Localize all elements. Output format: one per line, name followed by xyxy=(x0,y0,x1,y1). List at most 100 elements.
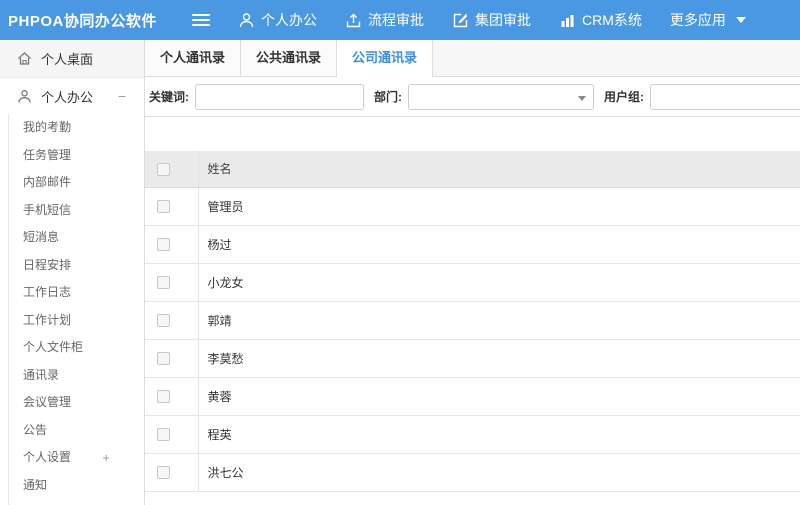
sidebar-item-label: 个人设置 xyxy=(23,450,72,464)
tab-personal-contacts[interactable]: 个人通讯录 xyxy=(145,40,242,76)
table-row: 管理员 xyxy=(145,187,800,226)
main-content: 个人通讯录 公共通讯录 公司通讯录 关键词: 部门: 用户组: 姓名 管理员 杨… xyxy=(145,40,800,505)
checkbox-cell xyxy=(145,339,199,378)
user-icon xyxy=(238,12,255,29)
checkbox-cell xyxy=(145,301,199,340)
expand-icon[interactable]: + xyxy=(102,444,110,472)
sidebar-group-label: 个人办公 xyxy=(41,89,94,105)
home-icon xyxy=(17,51,32,66)
column-header-name: 姓名 xyxy=(198,151,800,188)
select-all-cell xyxy=(145,151,199,188)
keyword-label: 关键词: xyxy=(149,90,189,104)
sidebar-item-announcements[interactable]: 公告 xyxy=(9,417,144,445)
sidebar-item-label: 任务管理 xyxy=(23,147,72,162)
nav-label: 流程审批 xyxy=(368,12,424,28)
sidebar-item-label: 会议管理 xyxy=(23,395,72,409)
sidebar-item-short-message[interactable]: 短消息 xyxy=(9,224,144,252)
row-checkbox[interactable] xyxy=(157,466,170,480)
checkbox-cell xyxy=(145,187,199,226)
top-nav: 个人办公 流程审批 集团审批 CRM系统 更多应用 xyxy=(238,10,774,30)
sidebar-item-file-cabinet[interactable]: 个人文件柜 xyxy=(9,334,144,362)
sidebar-item-personal-settings[interactable]: 个人设置 + xyxy=(9,444,144,472)
sidebar-item-sms[interactable]: 手机短信 xyxy=(9,197,144,225)
nav-label: 更多应用 xyxy=(669,12,726,28)
sidebar-item-label: 工作日志 xyxy=(23,285,72,299)
checkbox-cell xyxy=(145,377,199,416)
sidebar-group-personal-office[interactable]: 个人办公 − xyxy=(0,82,144,110)
sidebar-item-notifications[interactable]: 通知 xyxy=(9,472,144,500)
table-row: 洪七公 xyxy=(145,453,800,492)
row-checkbox[interactable] xyxy=(157,428,170,442)
sidebar-item-work-log[interactable]: 工作日志 xyxy=(9,279,144,307)
sidebar-item-label: 通讯录 xyxy=(23,367,60,382)
sidebar-item-label: 短消息 xyxy=(23,230,60,244)
sidebar-item-contacts[interactable]: 通讯录 xyxy=(9,362,144,390)
sidebar-item-label: 内部邮件 xyxy=(23,175,72,189)
nav-item-crm[interactable]: CRM系统 xyxy=(559,10,642,30)
nav-item-more-apps[interactable]: 更多应用 xyxy=(670,10,746,30)
sidebar-item-label: 公告 xyxy=(23,422,48,437)
sidebar-item-label: 个人桌面 xyxy=(41,52,94,67)
sidebar-item-schedule[interactable]: 日程安排 xyxy=(9,252,144,280)
table-row: 郭靖 xyxy=(145,301,800,340)
row-checkbox[interactable] xyxy=(157,276,170,290)
table-row: 李莫愁 xyxy=(145,339,800,378)
edit-icon xyxy=(452,12,469,29)
tab-public-contacts[interactable]: 公共通讯录 xyxy=(241,40,338,76)
nav-item-group-approval[interactable]: 集团审批 xyxy=(452,10,531,30)
name-cell: 黄蓉 xyxy=(198,377,800,416)
name-cell: 李莫愁 xyxy=(198,339,800,378)
row-checkbox[interactable] xyxy=(157,314,170,328)
sidebar-item-tasks[interactable]: 任务管理 xyxy=(9,142,144,170)
sidebar-item-label: 工作计划 xyxy=(23,312,72,327)
hamburger-menu-icon[interactable] xyxy=(192,11,210,29)
name-cell: 程英 xyxy=(198,415,800,454)
sidebar-item-label: 日程安排 xyxy=(23,257,72,272)
name-cell: 郭靖 xyxy=(198,301,800,340)
sidebar-item-internal-mail[interactable]: 内部邮件 xyxy=(9,169,144,197)
sidebar-item-work-plan[interactable]: 工作计划 xyxy=(9,307,144,335)
name-cell: 管理员 xyxy=(198,187,800,226)
contacts-table: 姓名 管理员 杨过 小龙女 郭靖 李莫愁 黄蓉 程英 洪七公 xyxy=(145,151,800,492)
table-row: 程英 xyxy=(145,415,800,454)
table-row: 小龙女 xyxy=(145,263,800,302)
sidebar-item-attendance[interactable]: 我的考勤 xyxy=(9,114,144,142)
nav-label: CRM系统 xyxy=(582,12,642,28)
sidebar-item-memorabilia[interactable]: 大事记 xyxy=(9,499,144,505)
caret-down-icon xyxy=(735,17,746,23)
name-cell: 洪七公 xyxy=(198,453,800,492)
name-cell: 杨过 xyxy=(198,225,800,264)
name-cell: 小龙女 xyxy=(198,263,800,302)
usergroup-input[interactable] xyxy=(650,83,800,110)
checkbox-cell xyxy=(145,415,199,454)
sidebar-item-label: 我的考勤 xyxy=(23,120,72,134)
sidebar-item-personal-desktop[interactable]: 个人桌面 xyxy=(0,40,144,78)
upload-icon xyxy=(345,12,362,29)
department-select[interactable] xyxy=(408,83,594,110)
department-label: 部门: xyxy=(374,90,402,104)
nav-label: 集团审批 xyxy=(475,12,531,28)
tab-company-contacts[interactable]: 公司通讯录 xyxy=(337,40,434,77)
nav-item-workflow-approval[interactable]: 流程审批 xyxy=(345,10,424,30)
nav-item-personal-office[interactable]: 个人办公 xyxy=(238,10,317,30)
select-all-checkbox[interactable] xyxy=(157,162,170,176)
caret-down-icon xyxy=(578,95,586,101)
app-title: PHPOA协同办公软件 xyxy=(8,12,157,30)
checkbox-cell xyxy=(145,453,199,492)
row-checkbox[interactable] xyxy=(157,390,170,404)
table-row: 黄蓉 xyxy=(145,377,800,416)
row-checkbox[interactable] xyxy=(157,238,170,252)
row-checkbox[interactable] xyxy=(157,200,170,214)
checkbox-cell xyxy=(145,225,199,264)
collapse-icon[interactable]: − xyxy=(118,88,126,104)
filter-panel: 关键词: 部门: 用户组: xyxy=(145,77,800,117)
table-row: 杨过 xyxy=(145,225,800,264)
table-header-row: 姓名 xyxy=(145,151,800,188)
row-checkbox[interactable] xyxy=(157,352,170,366)
sidebar-item-meetings[interactable]: 会议管理 xyxy=(9,389,144,417)
sidebar: 个人桌面 个人办公 − 我的考勤 任务管理 内部邮件 手机短信 短消息 日程安排… xyxy=(0,40,145,505)
sidebar-item-label: 个人文件柜 xyxy=(23,340,84,354)
usergroup-label: 用户组: xyxy=(604,90,644,104)
keyword-input[interactable] xyxy=(195,83,364,110)
